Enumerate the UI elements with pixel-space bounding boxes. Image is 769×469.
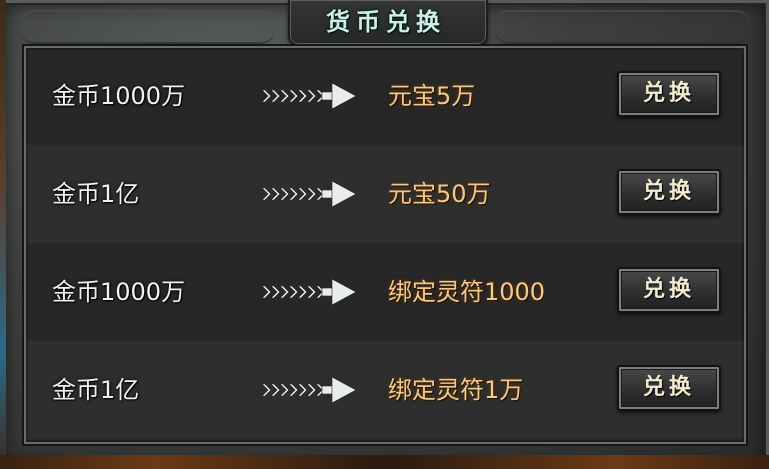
exchange-row: 金币1亿 元宝50万 兑换: [26, 145, 744, 243]
bottom-edge-decoration: [0, 455, 769, 469]
exchange-row: 金币1000万 绑定灵符1000 兑换: [26, 243, 744, 341]
exchange-reward: 元宝50万: [388, 180, 491, 208]
exchange-button[interactable]: 兑换: [617, 267, 721, 313]
exchange-cost: 金币1亿: [52, 376, 140, 404]
exchange-button[interactable]: 兑换: [617, 169, 721, 215]
exchange-cost: 金币1000万: [52, 82, 186, 110]
exchange-reward: 绑定灵符1000: [388, 278, 546, 306]
exchange-row: 金币1亿 绑定灵符1万 兑换: [26, 341, 744, 439]
exchange-cost: 金币1000万: [52, 278, 186, 306]
exchange-reward: 元宝5万: [388, 82, 476, 110]
chevron-arrow-right-icon: [262, 82, 356, 110]
chevron-arrow-right-icon: [262, 180, 356, 208]
exchange-row: 金币1000万 元宝5万 兑换: [26, 47, 744, 145]
title-ornament-right: [495, 10, 750, 44]
left-edge-decoration: [0, 0, 6, 469]
window-title: 货币兑换: [326, 8, 446, 36]
title-ornament-left: [20, 10, 275, 44]
chevron-arrow-right-icon: [262, 278, 356, 306]
exchange-cost: 金币1亿: [52, 180, 140, 208]
chevron-arrow-right-icon: [262, 376, 356, 404]
exchange-button[interactable]: 兑换: [617, 71, 721, 117]
exchange-reward: 绑定灵符1万: [388, 376, 524, 404]
exchange-button[interactable]: 兑换: [617, 365, 721, 411]
